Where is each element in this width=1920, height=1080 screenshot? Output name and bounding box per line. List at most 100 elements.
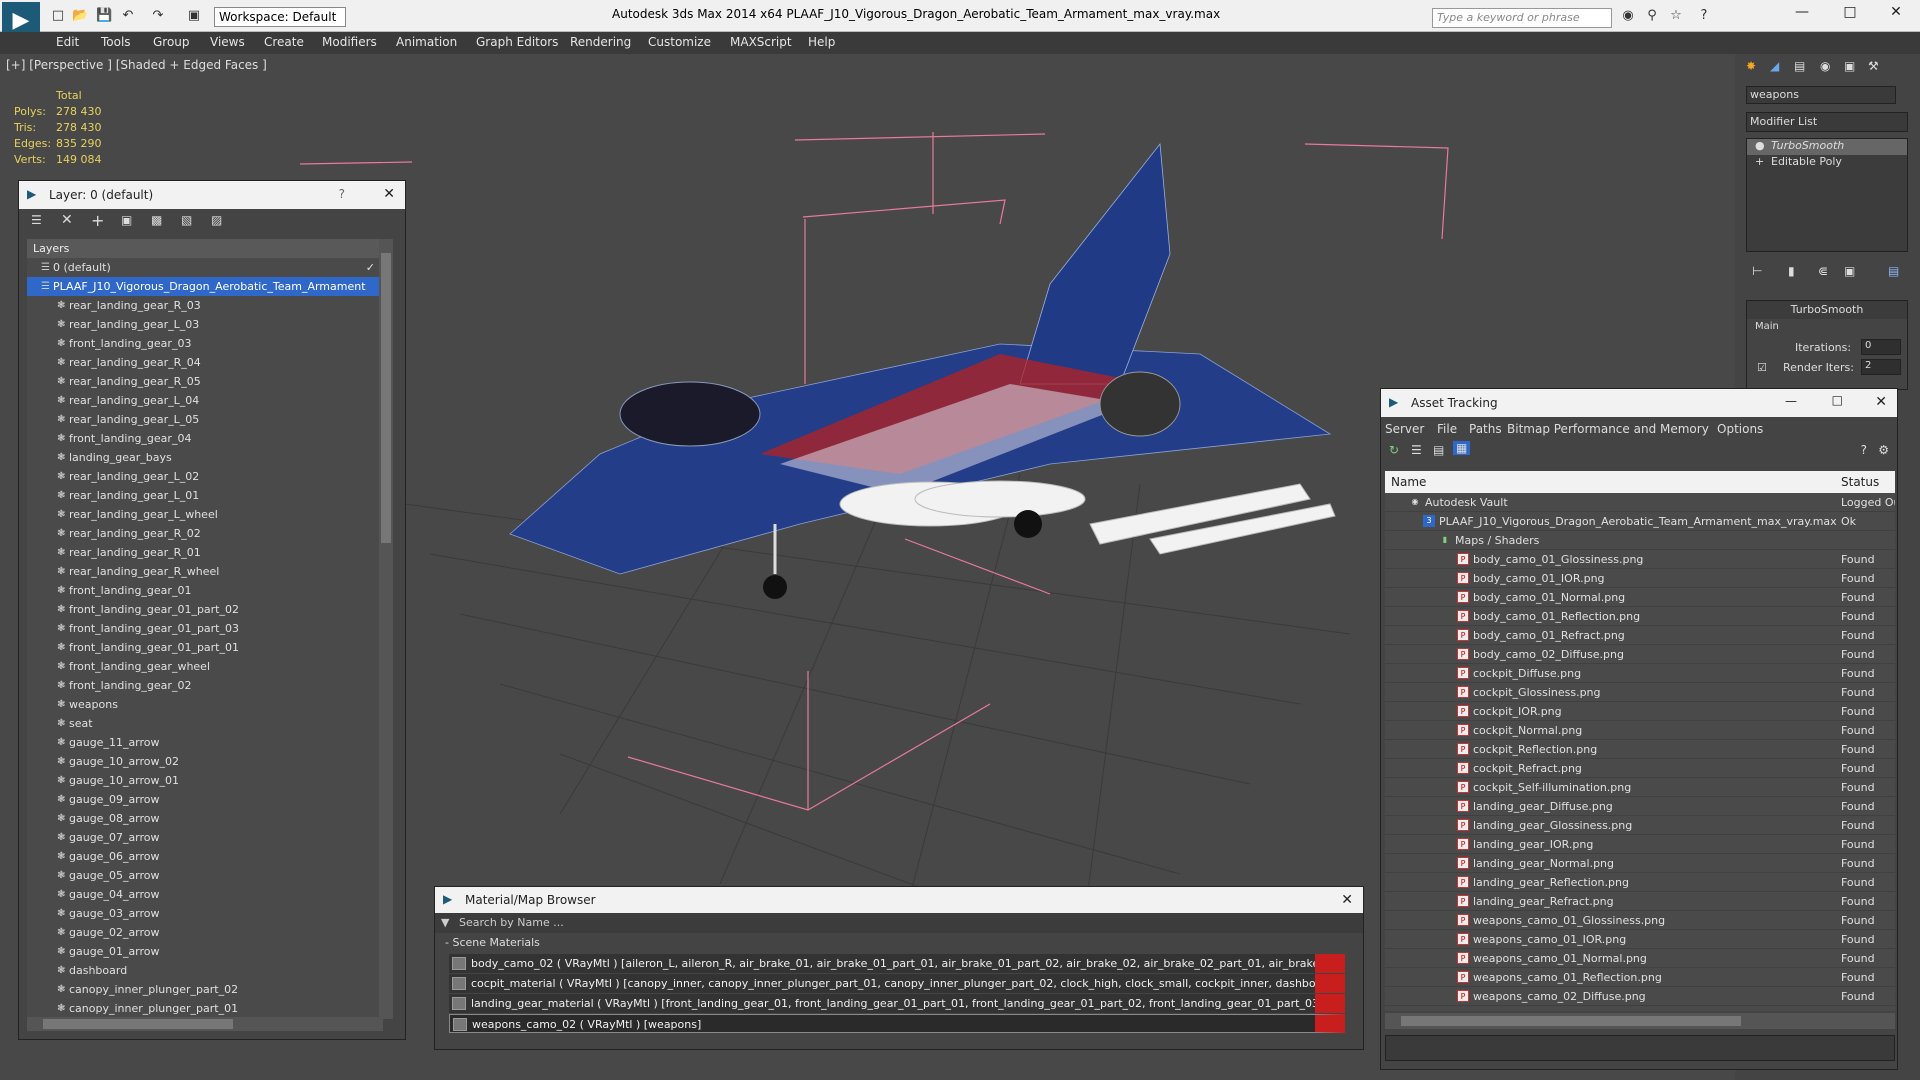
dropdown-arrow-icon[interactable]: ▼ (441, 916, 449, 929)
scene-materials-group[interactable]: - Scene Materials (435, 933, 1363, 953)
layer-object-row[interactable]: ❃ gauge_08_arrow (27, 809, 383, 828)
column-status[interactable]: Status (1841, 475, 1879, 489)
layer-help-icon[interactable]: ? (339, 187, 345, 201)
asset-row-map[interactable]: Pcockpit_Reflection.png Found (1385, 740, 1895, 759)
scroll-thumb[interactable] (381, 253, 391, 543)
layer-object-row[interactable]: ❃ seat (27, 714, 383, 733)
utilities-tab-icon[interactable]: ⚒ (1868, 59, 1879, 73)
asset-row-map[interactable]: Pweapons_camo_02_Diffuse.png Found (1385, 987, 1895, 1006)
modify-tab-icon[interactable]: ◢ (1770, 59, 1779, 73)
asset-row-map[interactable]: Planding_gear_Normal.png Found (1385, 854, 1895, 873)
modifier-list-dropdown[interactable]: Modifier List (1746, 112, 1908, 132)
material-browser-title-bar[interactable]: ▶ Material/Map Browser ✕ (435, 887, 1363, 913)
asset-row-map[interactable]: Pcockpit_Diffuse.png Found (1385, 664, 1895, 683)
layer-object-row[interactable]: ❃ rear_landing_gear_R_05 (27, 372, 383, 391)
layer-object-row[interactable]: ❃ canopy_inner_plunger_part_01 (27, 999, 383, 1018)
asset-panel-title-bar[interactable]: ▶ Asset Tracking — □ ✕ (1381, 389, 1897, 417)
layer-row-selected[interactable]: ☰ PLAAF_J10_Vigorous_Dragon_Aerobatic_Te… (27, 277, 383, 296)
layer-object-row[interactable]: ❃ rear_landing_gear_R_wheel (27, 562, 383, 581)
binoculars-icon[interactable]: ◉ (1620, 8, 1636, 24)
asset-menu-file[interactable]: File (1437, 422, 1457, 436)
asset-row-map[interactable]: Pcockpit_Glossiness.png Found (1385, 683, 1895, 702)
asset-row-map[interactable]: Pweapons_camo_01_IOR.png Found (1385, 930, 1895, 949)
scroll-thumb[interactable] (1401, 1016, 1741, 1026)
menu-views[interactable]: Views (210, 35, 245, 49)
asset-row-map[interactable]: Pcockpit_Normal.png Found (1385, 721, 1895, 740)
material-row[interactable]: weapons_camo_02 ( VRayMtl ) [weapons] (449, 1014, 1345, 1033)
pin-stack-icon[interactable]: ⊢ (1752, 264, 1762, 278)
material-row[interactable]: cocpit_material ( VRayMtl ) [canopy_inne… (449, 974, 1345, 993)
display-tab-icon[interactable]: ▣ (1844, 59, 1855, 73)
add-to-layer-icon[interactable]: + (91, 211, 104, 230)
layer-object-row[interactable]: ❃ rear_landing_gear_L_03 (27, 315, 383, 334)
maximize-icon[interactable]: □ (1830, 4, 1870, 28)
layer-object-row[interactable]: ❃ front_landing_gear_03 (27, 334, 383, 353)
layer-object-row[interactable]: ❃ gauge_07_arrow (27, 828, 383, 847)
layer-object-row[interactable]: ❃ gauge_06_arrow (27, 847, 383, 866)
motion-tab-icon[interactable]: ◉ (1820, 59, 1830, 73)
asset-row-map[interactable]: Pweapons_camo_01_Glossiness.png Found (1385, 911, 1895, 930)
hierarchy-tab-icon[interactable]: ▤ (1794, 59, 1805, 73)
layer-object-row[interactable]: ❃ gauge_10_arrow_01 (27, 771, 383, 790)
asset-row-map[interactable]: Pcockpit_Self-illumination.png Found (1385, 778, 1895, 797)
layer-object-row[interactable]: ❃ rear_landing_gear_L_04 (27, 391, 383, 410)
close-icon[interactable]: ✕ (1341, 892, 1353, 908)
new-layer-icon[interactable]: ☰ (31, 213, 42, 227)
freeze-all-layers-icon[interactable]: ▨ (211, 213, 222, 227)
asset-row-vault[interactable]: ◉ Autodesk Vault Logged Ou (1385, 493, 1895, 512)
layer-object-row[interactable]: ❃ rear_landing_gear_L_01 (27, 486, 383, 505)
asset-horizontal-scrollbar[interactable] (1385, 1013, 1895, 1029)
menu-animation[interactable]: Animation (396, 35, 457, 49)
close-icon[interactable]: ✕ (1875, 394, 1887, 410)
minimize-icon[interactable]: — (1785, 394, 1797, 408)
asset-menu-paths[interactable]: Paths (1469, 422, 1502, 436)
select-objects-icon[interactable]: ▣ (121, 213, 132, 227)
layer-object-row[interactable]: ❃ gauge_09_arrow (27, 790, 383, 809)
menu-graph-editors[interactable]: Graph Editors (476, 35, 558, 49)
menu-customize[interactable]: Customize (648, 35, 711, 49)
list-view-icon[interactable]: ☰ (1411, 443, 1422, 457)
asset-path-field[interactable] (1385, 1035, 1895, 1061)
asset-row-map[interactable]: Pcockpit_IOR.png Found (1385, 702, 1895, 721)
layer-object-row[interactable]: ❃ weapons (27, 695, 383, 714)
asset-row-maps-group[interactable]: ▮ Maps / Shaders (1385, 531, 1895, 550)
asset-row-map[interactable]: Pbody_camo_02_Diffuse.png Found (1385, 645, 1895, 664)
layer-object-row[interactable]: ❃ gauge_11_arrow (27, 733, 383, 752)
menu-rendering[interactable]: Rendering (570, 35, 631, 49)
maximize-icon[interactable]: □ (1832, 393, 1843, 407)
keyword-search-input[interactable]: Type a keyword or phrase (1432, 8, 1612, 28)
asset-row-map[interactable]: Pbody_camo_01_IOR.png Found (1385, 569, 1895, 588)
layer-object-row[interactable]: ❃ gauge_10_arrow_02 (27, 752, 383, 771)
layer-object-row[interactable]: ❃ rear_landing_gear_R_01 (27, 543, 383, 562)
asset-menu-server[interactable]: Server (1385, 422, 1424, 436)
open-file-icon[interactable]: 📂 (72, 8, 88, 24)
asset-row-map[interactable]: Planding_gear_IOR.png Found (1385, 835, 1895, 854)
workspace-dropdown[interactable]: Workspace: Default (214, 7, 346, 27)
layer-object-row[interactable]: ❃ gauge_05_arrow (27, 866, 383, 885)
table-view-icon[interactable]: ▦ (1453, 441, 1471, 455)
layer-row-default[interactable]: ☰ 0 (default) ✓ (27, 258, 383, 277)
minimize-icon[interactable]: — (1782, 4, 1822, 28)
layer-object-row[interactable]: ❃ rear_landing_gear_L_wheel (27, 505, 383, 524)
layers-column-header[interactable]: Layers (27, 239, 383, 258)
redo-icon[interactable]: ↷ (150, 8, 166, 24)
star-icon[interactable]: ☆ (1668, 8, 1684, 24)
asset-row-map[interactable]: Planding_gear_Diffuse.png Found (1385, 797, 1895, 816)
key-icon[interactable]: ⚲ (1644, 8, 1660, 24)
viewport-label[interactable]: [+] [Perspective ] [Shaded + Edged Faces… (6, 58, 267, 72)
settings-icon[interactable]: ⚙ (1878, 443, 1889, 457)
asset-row-map[interactable]: Pbody_camo_01_Refract.png Found (1385, 626, 1895, 645)
asset-row-map[interactable]: Pcockpit_Refract.png Found (1385, 759, 1895, 778)
asset-row-map[interactable]: Planding_gear_Reflection.png Found (1385, 873, 1895, 892)
delete-layer-icon[interactable]: ✕ (61, 212, 73, 228)
layer-horizontal-scrollbar[interactable] (27, 1017, 383, 1031)
configure-sets-icon[interactable]: ▤ (1888, 264, 1899, 278)
layer-object-row[interactable]: ❃ gauge_04_arrow (27, 885, 383, 904)
layer-object-row[interactable]: ❃ front_landing_gear_04 (27, 429, 383, 448)
asset-row-map[interactable]: Planding_gear_Glossiness.png Found (1385, 816, 1895, 835)
layer-object-row[interactable]: ❃ front_landing_gear_wheel (27, 657, 383, 676)
help-icon[interactable]: ? (1696, 8, 1712, 24)
asset-menu-options[interactable]: Options (1717, 422, 1763, 436)
asset-row-max-file[interactable]: 3 PLAAF_J10_Vigorous_Dragon_Aerobatic_Te… (1385, 512, 1895, 531)
layer-object-row[interactable]: ❃ landing_gear_bays (27, 448, 383, 467)
